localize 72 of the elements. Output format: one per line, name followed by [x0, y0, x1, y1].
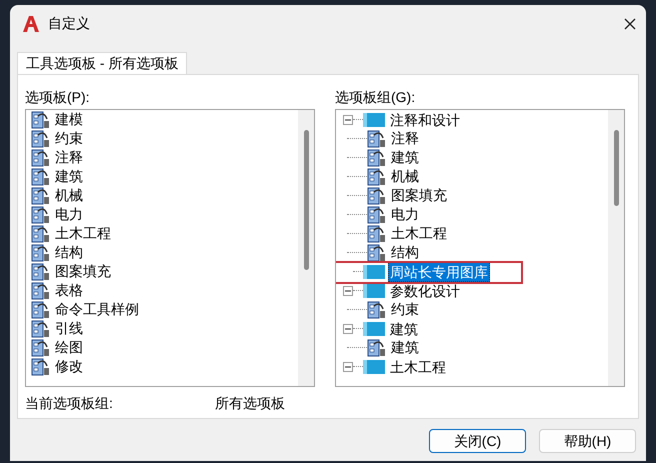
collapse-icon[interactable] [343, 324, 353, 334]
app-logo-icon [22, 14, 40, 32]
folder-icon [363, 322, 385, 336]
close-button[interactable]: 关闭(C) [429, 429, 526, 453]
list-item[interactable]: 修改 [55, 356, 83, 377]
tree-item[interactable]: 参数化设计 [388, 280, 462, 300]
palette-icon [31, 148, 51, 168]
palette-icon [367, 186, 387, 206]
list-item[interactable]: 绘图 [55, 337, 83, 358]
tab[interactable]: 工具选项板 - 所有选项板 [17, 52, 188, 74]
window-title: 自定义 [48, 14, 90, 33]
palette-icon [31, 186, 51, 206]
palette-icon [31, 300, 51, 320]
palette-icon [31, 204, 51, 224]
tree-item[interactable]: 图案填充 [391, 185, 447, 206]
list-item[interactable]: 命令工具样例 [55, 299, 139, 320]
list-item[interactable]: 约束 [55, 128, 83, 149]
palette-icon [31, 110, 51, 130]
collapse-icon[interactable] [343, 286, 353, 296]
palette-icon [367, 148, 387, 168]
palette-icon [367, 166, 387, 186]
list-item[interactable]: 电力 [55, 204, 83, 225]
tree-item[interactable]: 约束 [391, 299, 419, 320]
tree-item[interactable]: 注释 [391, 128, 419, 149]
scrollbar[interactable] [298, 110, 314, 386]
palette-icon [367, 300, 387, 320]
list-label: 选项板组(G): [335, 88, 416, 107]
tree-item[interactable]: 结构 [391, 242, 419, 263]
list-item[interactable]: 引线 [55, 318, 83, 339]
current-group-value: 所有选项板 [215, 394, 285, 413]
palette-icon [31, 242, 51, 262]
list-item[interactable]: 土木工程 [55, 223, 111, 244]
folder-icon [363, 264, 385, 278]
palette-icon [31, 128, 51, 148]
list-item[interactable]: 建模 [55, 110, 83, 130]
tree-item[interactable]: 机械 [391, 166, 419, 187]
tree-item[interactable]: 建筑 [391, 337, 419, 358]
palette-icon [31, 262, 51, 282]
folder-icon [363, 360, 385, 374]
palette-icon [367, 338, 387, 358]
close-icon[interactable] [624, 18, 636, 30]
scrollbar[interactable] [608, 110, 624, 386]
palette-icon [367, 224, 387, 244]
palette-icon [31, 338, 51, 358]
palette-icon [31, 356, 51, 376]
palette-icon [367, 242, 387, 262]
list-item[interactable]: 建筑 [55, 166, 83, 187]
tree-item[interactable]: 土木工程 [388, 356, 448, 376]
palette-icon [31, 224, 51, 244]
collapse-icon[interactable] [343, 114, 353, 124]
help-button[interactable]: 帮助(H) [539, 429, 636, 453]
folder-icon [363, 284, 385, 298]
list-item[interactable]: 注释 [55, 147, 83, 168]
current-group-label: 当前选项板组: [25, 394, 114, 413]
list-item[interactable]: 机械 [55, 185, 83, 206]
tree-item[interactable]: 土木工程 [391, 223, 447, 244]
palette-icon [31, 318, 51, 338]
list-item[interactable]: 图案填充 [55, 261, 111, 282]
tree-item[interactable]: 建筑 [388, 318, 420, 338]
palette-icon [31, 166, 51, 186]
list-item[interactable]: 表格 [55, 280, 83, 301]
list-item[interactable]: 结构 [55, 242, 83, 263]
tree-item[interactable]: 电力 [391, 204, 419, 225]
palette-icon [367, 204, 387, 224]
palette-icon [367, 128, 387, 148]
palette-icon [31, 280, 51, 300]
folder-icon [363, 112, 385, 126]
collapse-icon[interactable] [343, 362, 353, 372]
list-label: 选项板(P): [25, 88, 91, 107]
tree-item[interactable]: 注释和设计 [388, 110, 462, 130]
tree-item[interactable]: 周站长专用图库 [388, 262, 490, 282]
tree-item[interactable]: 建筑 [391, 147, 419, 168]
